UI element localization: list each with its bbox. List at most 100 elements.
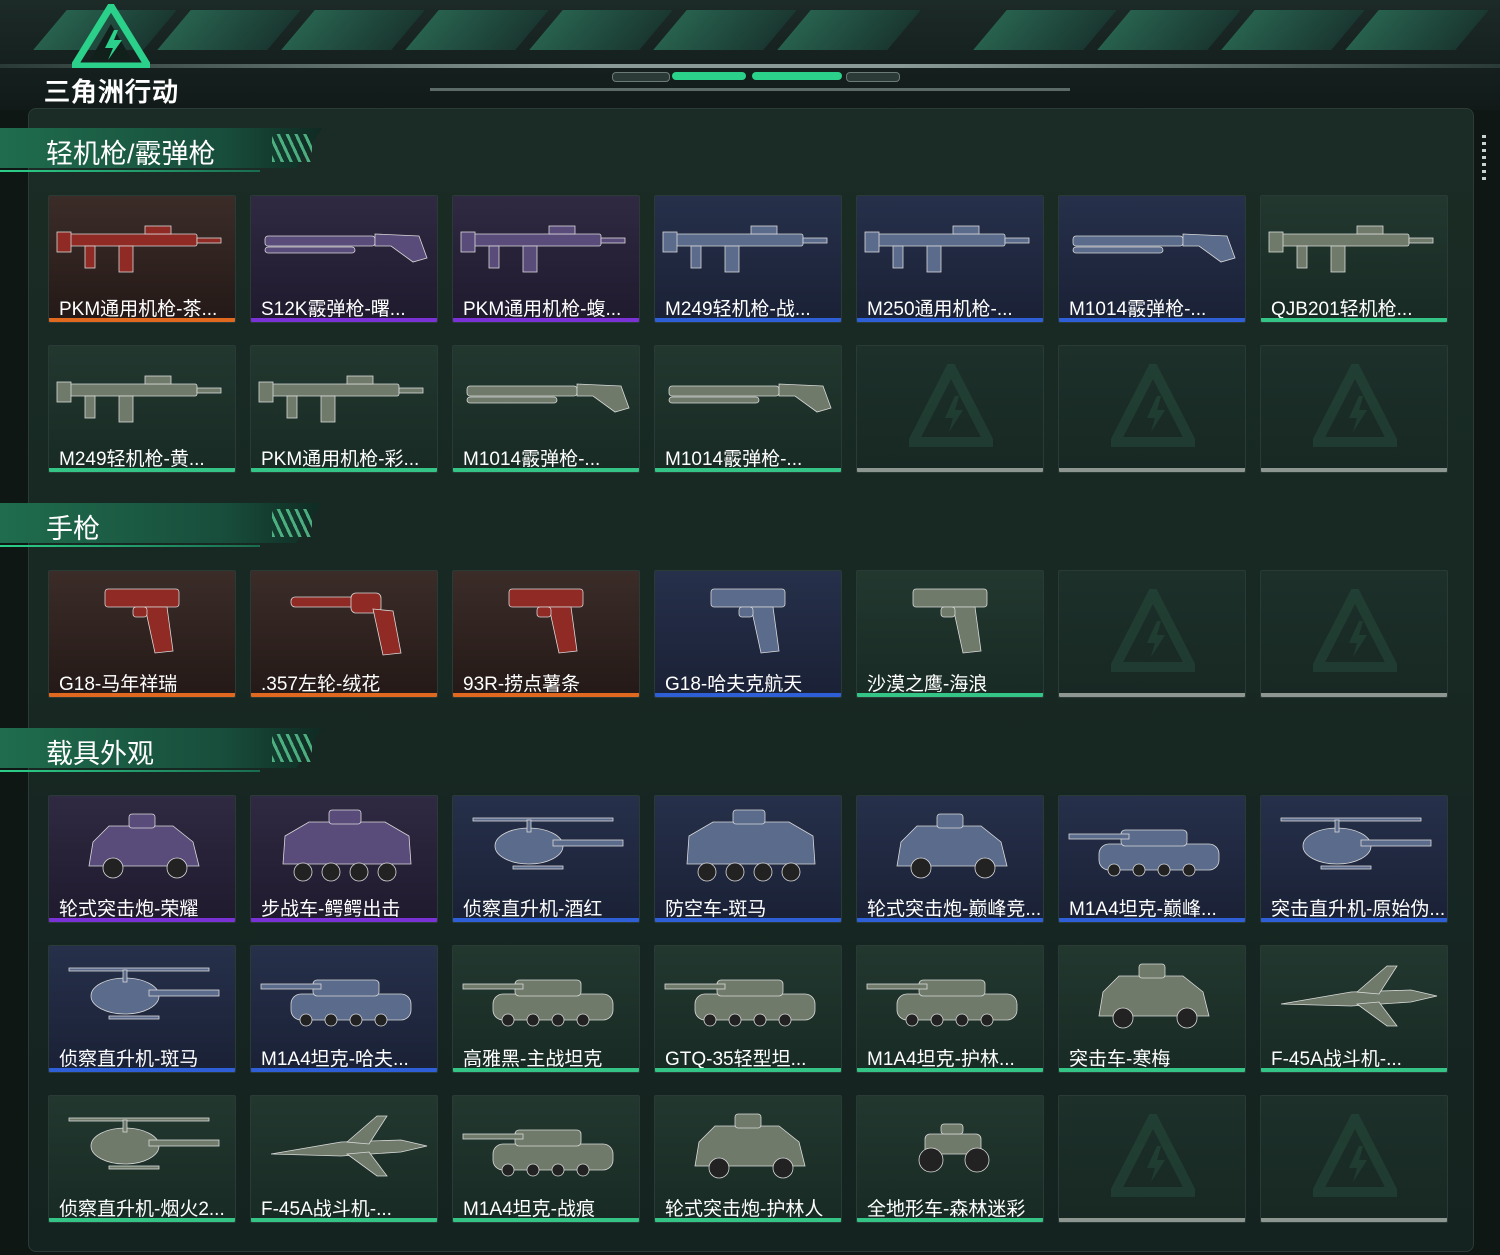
skin-card[interactable]: F-45A战斗机-... <box>1260 945 1448 1073</box>
machine-gun-icon <box>662 225 828 273</box>
rarity-bar <box>49 693 235 697</box>
empty-slot <box>856 345 1044 473</box>
skin-card[interactable]: 全地形车-森林迷彩 <box>856 1095 1044 1223</box>
skin-card[interactable]: M1A4坦克-哈夫... <box>250 945 438 1073</box>
rarity-bar <box>857 918 1043 922</box>
scrollbar[interactable] <box>1482 135 1486 181</box>
skin-card[interactable]: 侦察直升机-酒红 <box>452 795 640 923</box>
rarity-bar <box>49 918 235 922</box>
rarity-bar <box>251 318 437 322</box>
slot-bar <box>857 468 1043 472</box>
armored-car-icon <box>694 1113 806 1179</box>
skin-card[interactable]: 轮式突击炮-护林人 <box>654 1095 842 1223</box>
rarity-bar <box>1261 318 1447 322</box>
skin-name: M249轻机枪-黄... <box>59 449 205 470</box>
rarity-bar <box>453 693 639 697</box>
rarity-bar <box>857 1068 1043 1072</box>
rarity-bar <box>49 1218 235 1222</box>
skin-card[interactable]: 轮式突击炮-荣耀 <box>48 795 236 923</box>
skin-card[interactable]: M249轻机枪-黄... <box>48 345 236 473</box>
skin-name: M1A4坦克-战痕 <box>463 1199 595 1220</box>
skin-card[interactable]: 步战车-鳄鳄出击 <box>250 795 438 923</box>
section-header-underline <box>0 545 260 547</box>
skin-name: M1014霰弹枪-... <box>665 449 803 470</box>
skin-card[interactable]: 高雅黑-主战坦克 <box>452 945 640 1073</box>
banner-pill-active <box>672 72 746 80</box>
tank-icon <box>664 979 816 1027</box>
skin-name: PKM通用机枪-蝮... <box>463 299 622 320</box>
top-banner: 三角洲行动 <box>0 0 1500 110</box>
skin-card[interactable]: M1014霰弹枪-... <box>452 345 640 473</box>
skin-card[interactable]: 93R-捞点薯条 <box>452 570 640 698</box>
skin-card[interactable]: 防空车-斑马 <box>654 795 842 923</box>
skin-card[interactable]: M1A4坦克-护林... <box>856 945 1044 1073</box>
skin-card[interactable]: M249轻机枪-战... <box>654 195 842 323</box>
skin-name: .357左轮-绒花 <box>261 674 381 695</box>
skin-card[interactable]: 侦察直升机-斑马 <box>48 945 236 1073</box>
empty-slot <box>1058 345 1246 473</box>
banner-center-frame <box>430 54 1070 91</box>
tank-icon <box>260 979 412 1027</box>
skin-name: 沙漠之鹰-海浪 <box>867 674 988 695</box>
pistol-icon <box>508 588 584 654</box>
skin-card[interactable]: M1A4坦克-战痕 <box>452 1095 640 1223</box>
section-header: 轻机枪/霰弹枪 <box>0 120 340 176</box>
armored-car-icon <box>88 813 200 879</box>
skin-card[interactable]: 突击车-寒梅 <box>1058 945 1246 1073</box>
game-logo-text: 三角洲行动 <box>44 77 180 107</box>
helicopter-icon <box>472 817 624 870</box>
rarity-bar <box>655 1068 841 1072</box>
skin-name: G18-马年祥瑞 <box>59 674 178 695</box>
skin-card[interactable]: PKM通用机枪-茶... <box>48 195 236 323</box>
machine-gun-icon <box>1268 225 1434 273</box>
skin-card[interactable]: M1A4坦克-巅峰... <box>1058 795 1246 923</box>
rarity-bar <box>49 318 235 322</box>
skin-name: 侦察直升机-烟火2... <box>59 1199 225 1220</box>
skin-card[interactable]: GTQ-35轻型坦... <box>654 945 842 1073</box>
section-header: 载具外观 <box>0 720 340 776</box>
skin-name: 突击直升机-原始伪... <box>1271 899 1446 920</box>
pistol-icon <box>104 588 180 654</box>
rarity-bar <box>1261 918 1447 922</box>
skin-card[interactable]: 轮式突击炮-巅峰竞... <box>856 795 1044 923</box>
skin-name: 防空车-斑马 <box>665 899 767 920</box>
skin-card[interactable]: F-45A战斗机-... <box>250 1095 438 1223</box>
skin-name: M249轻机枪-战... <box>665 299 811 320</box>
skin-card[interactable]: 突击直升机-原始伪... <box>1260 795 1448 923</box>
skin-card[interactable]: S12K霰弹枪-曙... <box>250 195 438 323</box>
skin-card[interactable]: PKM通用机枪-蝮... <box>452 195 640 323</box>
skin-name: GTQ-35轻型坦... <box>665 1049 807 1070</box>
skin-card[interactable]: G18-马年祥瑞 <box>48 570 236 698</box>
empty-slot <box>1260 570 1448 698</box>
skin-card[interactable]: M1014霰弹枪-... <box>654 345 842 473</box>
section-title: 手枪 <box>46 514 100 544</box>
delta-watermark-icon <box>1313 589 1397 672</box>
rarity-bar <box>453 918 639 922</box>
skin-card[interactable]: 侦察直升机-烟火2... <box>48 1095 236 1223</box>
shotgun-icon <box>466 383 630 413</box>
armored-car-icon <box>896 813 1008 879</box>
skin-name: PKM通用机枪-茶... <box>59 299 218 320</box>
skin-name: 侦察直升机-酒红 <box>463 899 603 920</box>
rarity-bar <box>453 1218 639 1222</box>
skin-card[interactable]: G18-哈夫克航天 <box>654 570 842 698</box>
banner-stripes-left <box>33 10 921 50</box>
delta-watermark-icon <box>1111 364 1195 447</box>
shotgun-icon <box>1072 233 1236 263</box>
skin-name: M1014霰弹枪-... <box>1069 299 1207 320</box>
section-title: 轻机枪/霰弹枪 <box>46 139 216 169</box>
delta-watermark-icon <box>1313 1114 1397 1197</box>
skin-card[interactable]: .357左轮-绒花 <box>250 570 438 698</box>
skin-card[interactable]: M1014霰弹枪-... <box>1058 195 1246 323</box>
skin-card[interactable]: PKM通用机枪-彩... <box>250 345 438 473</box>
skin-card[interactable]: 沙漠之鹰-海浪 <box>856 570 1044 698</box>
skin-card[interactable]: M250通用机枪-... <box>856 195 1044 323</box>
skin-card[interactable]: QJB201轻机枪... <box>1260 195 1448 323</box>
skin-name: M1014霰弹枪-... <box>463 449 601 470</box>
rarity-bar <box>453 468 639 472</box>
rarity-bar <box>1059 318 1245 322</box>
skin-name: M1A4坦克-哈夫... <box>261 1049 409 1070</box>
slot-bar <box>1059 1218 1245 1222</box>
skin-name: 突击车-寒梅 <box>1069 1049 1171 1070</box>
rarity-bar <box>857 693 1043 697</box>
